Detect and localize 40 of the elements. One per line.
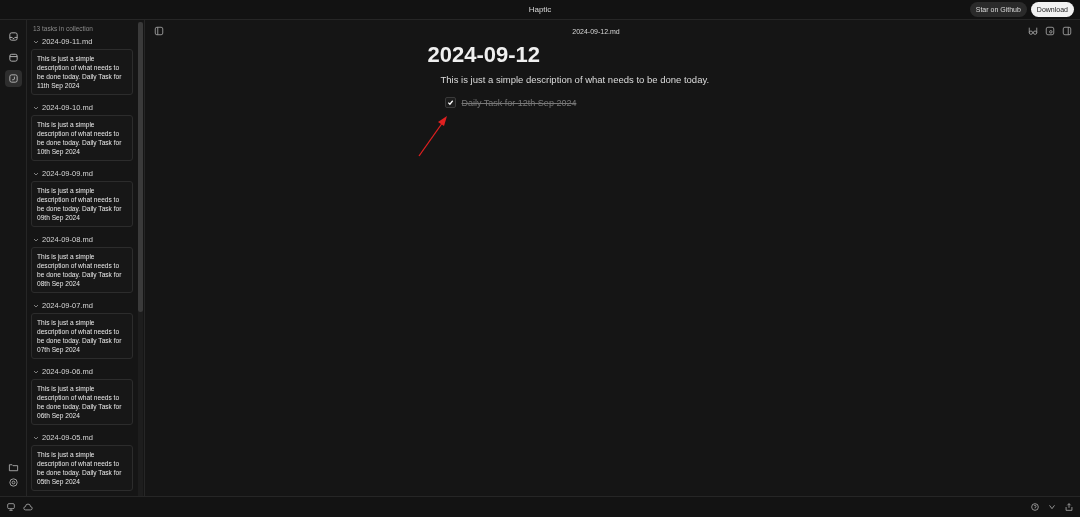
sync-button[interactable]: [23, 502, 33, 512]
help-button[interactable]: [1030, 502, 1040, 512]
window-title: Haptic: [528, 5, 552, 14]
sidebar-icon: [1062, 26, 1072, 36]
document-description: This is just a simple description of what needs to be done today.: [440, 74, 711, 85]
chevron-icon: [33, 170, 39, 177]
chevron-icon: [33, 302, 39, 309]
reading-mode-button[interactable]: [1028, 26, 1038, 36]
monitor-icon: [6, 502, 16, 512]
scrollbar-thumb[interactable]: [138, 22, 143, 312]
chevron-icon: [1047, 502, 1057, 512]
share-button[interactable]: [1064, 502, 1074, 512]
calendar-icon: [7, 52, 19, 63]
inbox-icon: [7, 31, 19, 42]
checklist-icon: [7, 73, 19, 84]
sidebar-icon: [154, 26, 164, 36]
sidebar-toggle-button[interactable]: [154, 26, 164, 36]
chevron-icon: [33, 368, 39, 375]
device-button[interactable]: [6, 502, 16, 512]
share-icon: [1064, 502, 1074, 512]
rail-tab[interactable]: [4, 70, 22, 87]
folder-icon: [7, 462, 19, 473]
settings-button[interactable]: [7, 477, 19, 488]
chevron-icon: [33, 104, 39, 111]
settings-icon: [7, 477, 19, 488]
task-checkbox[interactable]: [444, 97, 456, 108]
panel-toggle-button[interactable]: [1062, 26, 1072, 36]
chevron-icon: [33, 236, 39, 243]
image-button[interactable]: [1045, 26, 1055, 36]
cloud-icon: [23, 502, 33, 512]
checkmark-icon: [446, 99, 454, 106]
folder-button[interactable]: [7, 462, 19, 473]
document-title: 2024-09-12: [427, 42, 542, 68]
feedback-button[interactable]: [1047, 502, 1057, 512]
glasses-icon: [1028, 26, 1038, 36]
image-icon: [1045, 26, 1055, 36]
chevron-icon: [33, 38, 39, 45]
task-label: Daily Task for 12th Sep 2024: [461, 97, 577, 108]
chevron-icon: [33, 434, 39, 441]
help-icon: [1030, 502, 1040, 512]
